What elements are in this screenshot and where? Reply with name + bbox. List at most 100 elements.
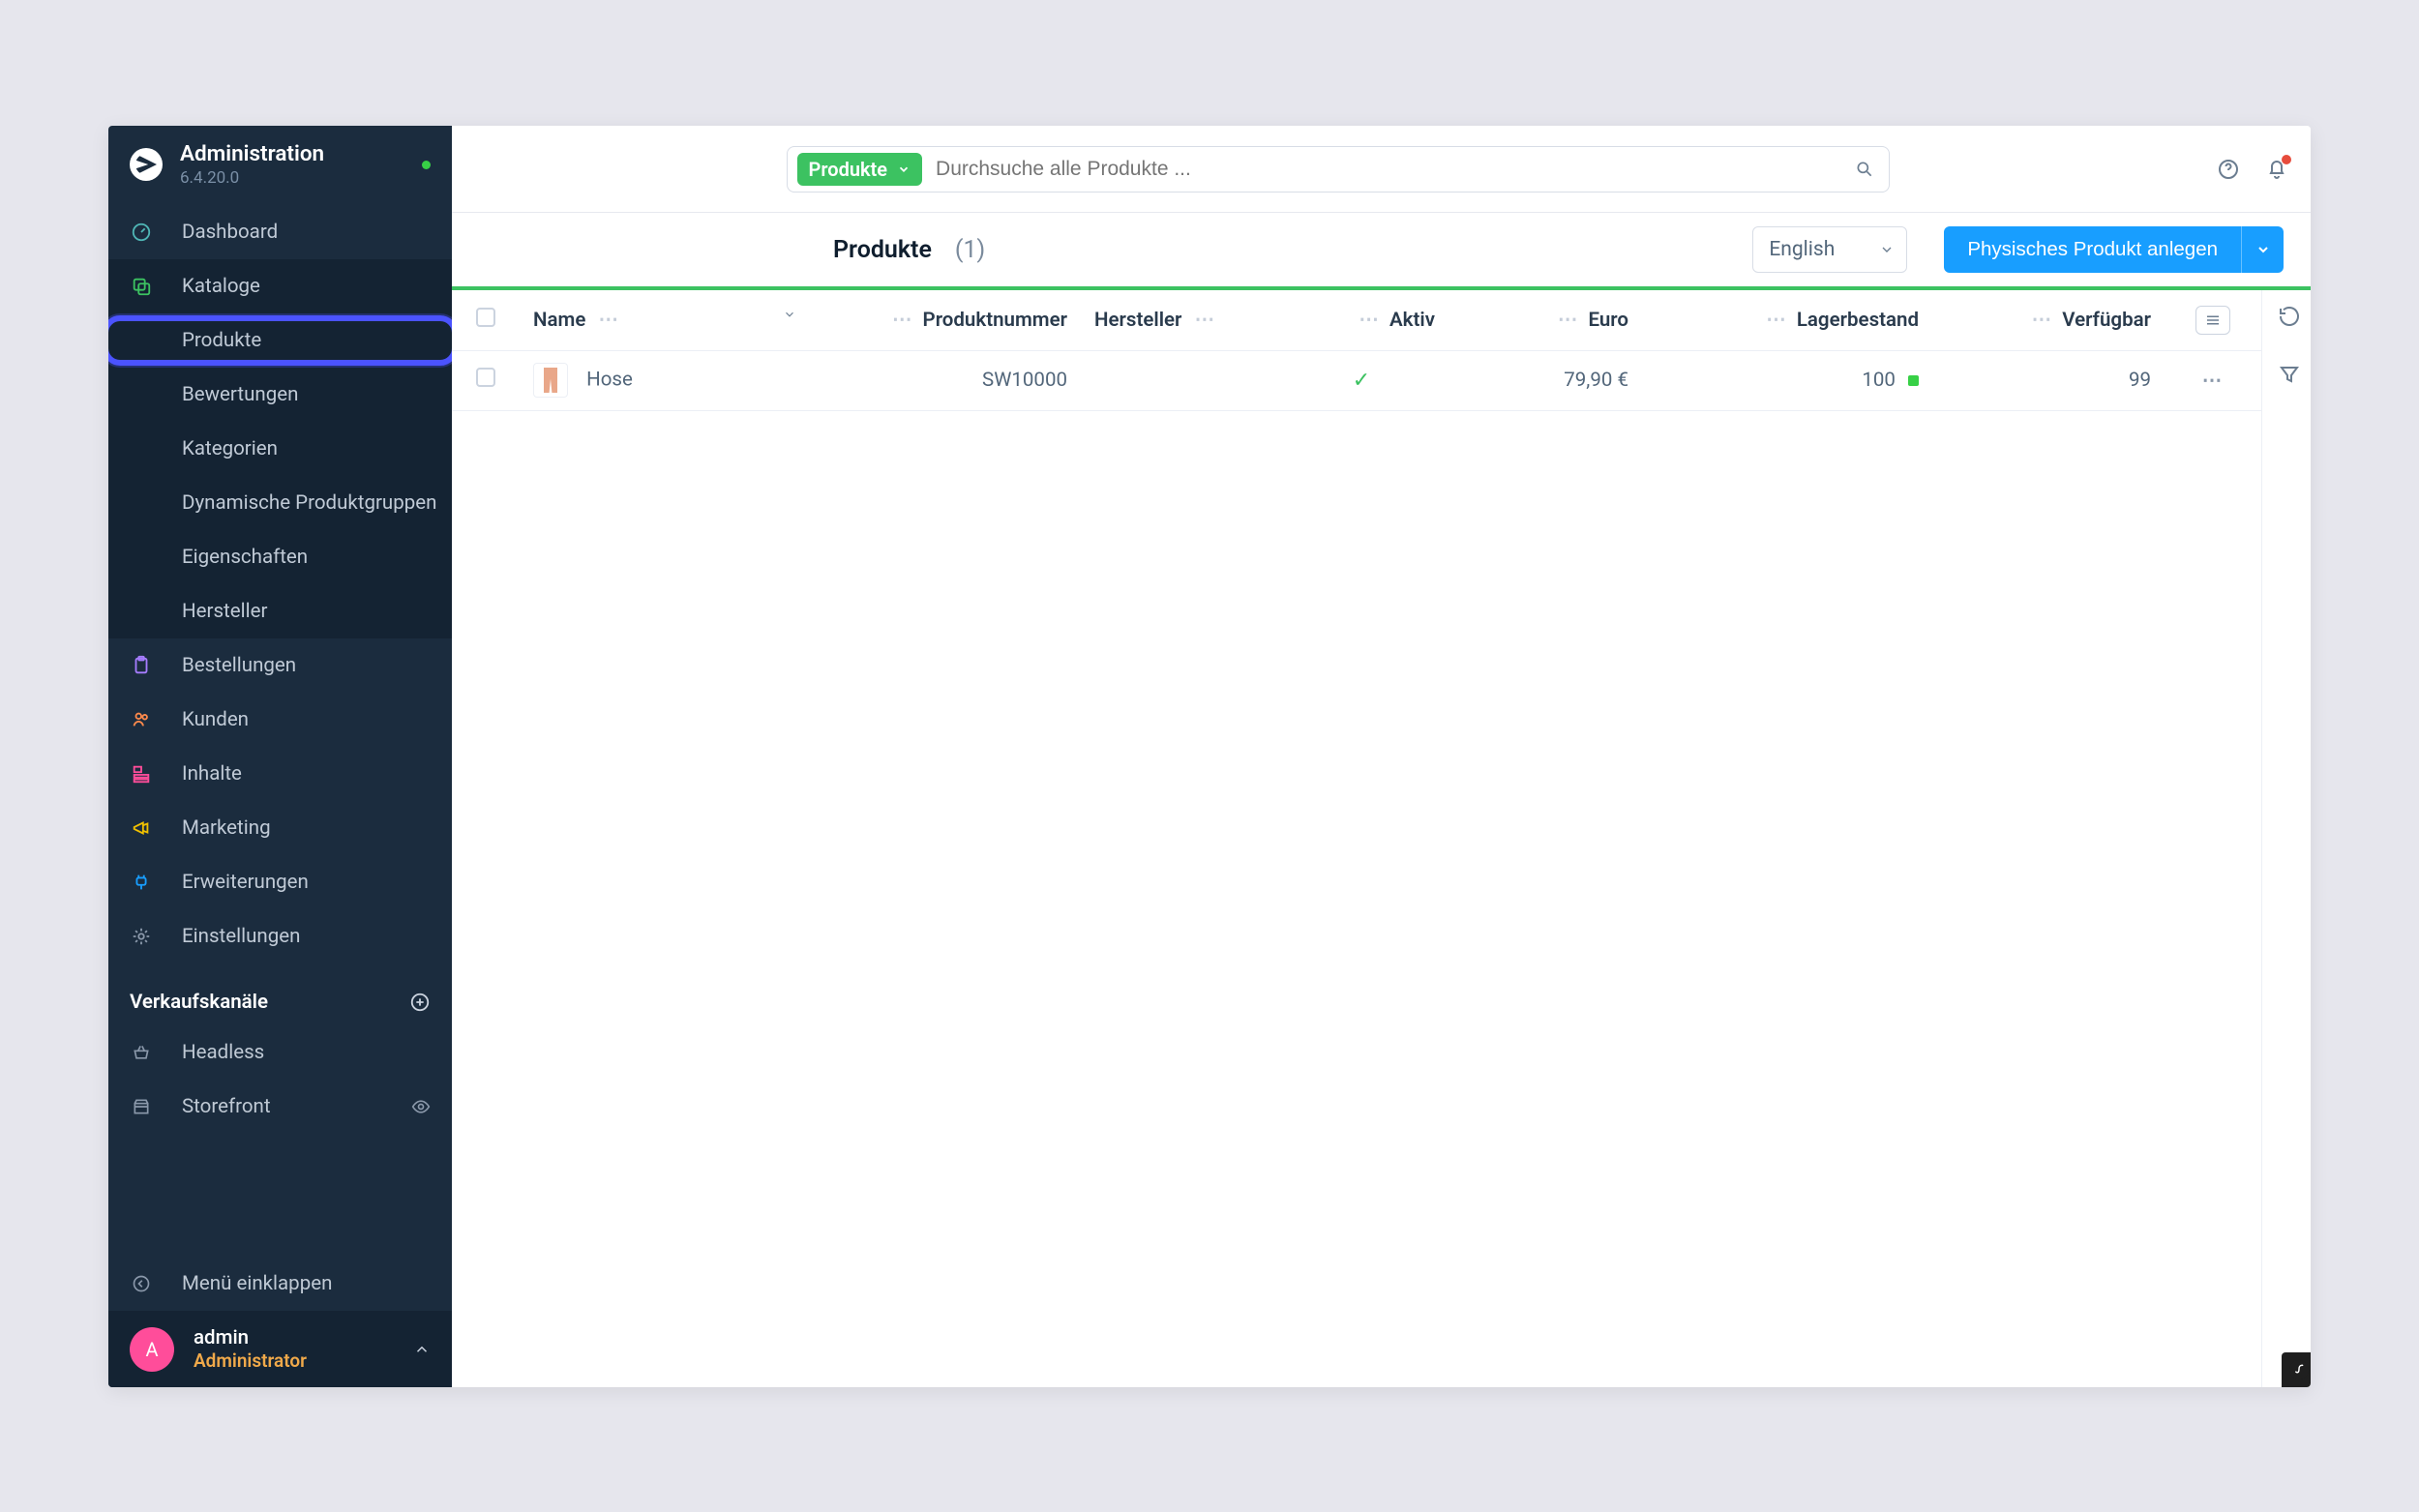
col-product-number[interactable]: ⋯ Produktnummer: [810, 290, 1081, 350]
brand-version: 6.4.20.0: [180, 168, 324, 188]
col-manufacturer[interactable]: Hersteller ⋯: [1081, 290, 1274, 350]
search-input[interactable]: [936, 147, 1836, 192]
col-stock[interactable]: ⋯ Lagerbestand: [1642, 290, 1932, 350]
product-name: Hose: [586, 368, 633, 391]
avatar: A: [130, 1327, 174, 1372]
catalogs-submenu: Produkte Bewertungen Kategorien Dynamisc…: [108, 313, 452, 638]
user-role: Administrator: [194, 1349, 307, 1372]
channel-headless[interactable]: Headless: [108, 1025, 452, 1080]
language-select[interactable]: English: [1752, 226, 1907, 273]
subnav-manufacturers[interactable]: Hersteller: [108, 584, 452, 638]
nav-label: Kunden: [182, 708, 249, 731]
notifications-button[interactable]: [2264, 157, 2289, 182]
create-product-dropdown[interactable]: [2241, 226, 2284, 273]
user-footer[interactable]: A admin Administrator: [108, 1311, 452, 1387]
notification-badge: [2282, 155, 2291, 164]
subnav-reviews[interactable]: Bewertungen: [108, 368, 452, 422]
create-product-button[interactable]: Physisches Produkt anlegen: [1944, 226, 2241, 273]
collapse-menu[interactable]: Menü einklappen: [108, 1257, 452, 1311]
language-value: English: [1769, 238, 1835, 261]
subnav-label: Dynamische Produktgruppen: [182, 491, 436, 515]
channels-heading-row: Verkaufskanäle: [108, 964, 452, 1025]
subnav-products[interactable]: Produkte: [108, 313, 452, 368]
cell-stock: 100: [1642, 350, 1932, 410]
col-label: Lagerbestand: [1797, 309, 1919, 332]
user-name: admin: [194, 1326, 307, 1349]
chevron-down-icon: [897, 163, 911, 176]
cell-available: 99: [1932, 350, 2165, 410]
search-type-pill[interactable]: Produkte: [797, 153, 923, 186]
eye-icon[interactable]: [411, 1097, 431, 1116]
refresh-button[interactable]: [2275, 302, 2304, 331]
col-available[interactable]: ⋯ Verfügbar: [1932, 290, 2165, 350]
subnav-properties[interactable]: Eigenschaften: [108, 530, 452, 584]
nav-customers[interactable]: Kunden: [108, 693, 452, 747]
check-icon: ✓: [1353, 369, 1370, 393]
select-all-header[interactable]: [452, 290, 520, 350]
filter-button[interactable]: [2275, 360, 2304, 389]
subnav-label: Kategorien: [182, 437, 278, 460]
gear-icon: [130, 925, 153, 948]
nav-label: Dashboard: [182, 221, 278, 244]
nav-label: Einstellungen: [182, 925, 300, 948]
col-label: Hersteller: [1094, 309, 1181, 332]
channels-heading: Verkaufskanäle: [130, 991, 268, 1014]
nav-label: Erweiterungen: [182, 871, 309, 894]
product-grid: Name ⋯ ⋯ Produktnummer: [452, 290, 2262, 1387]
stock-value: 100: [1862, 369, 1896, 392]
col-label: Euro: [1588, 309, 1628, 332]
status-indicator: [422, 161, 431, 169]
page-title: Produkte: [833, 236, 932, 264]
main: Produkte: [452, 126, 2311, 1387]
nav-dashboard[interactable]: Dashboard: [108, 205, 452, 259]
stock-status-indicator: [1908, 375, 1919, 386]
subnav-categories[interactable]: Kategorien: [108, 422, 452, 476]
channel-label: Storefront: [182, 1095, 271, 1118]
cell-actions[interactable]: ⋯: [2165, 350, 2261, 410]
col-settings[interactable]: [2165, 290, 2261, 350]
help-button[interactable]: [2216, 157, 2241, 182]
sidebar: Administration 6.4.20.0 Dashboard Katalo…: [108, 126, 452, 1387]
storefront-icon: [130, 1097, 153, 1116]
col-label: Produktnummer: [923, 309, 1067, 332]
row-select[interactable]: [452, 350, 520, 410]
table-row[interactable]: Hose SW10000 ✓ 79,90 € 100: [452, 350, 2261, 410]
column-settings-button[interactable]: [2195, 306, 2230, 335]
nav-label: Kataloge: [182, 275, 260, 298]
megaphone-icon: [130, 816, 153, 840]
cell-price: 79,90 €: [1448, 350, 1642, 410]
collapse-label: Menü einklappen: [182, 1272, 332, 1295]
page-count: (1): [955, 236, 985, 264]
channel-label: Headless: [182, 1041, 264, 1064]
col-name[interactable]: Name ⋯: [520, 290, 810, 350]
add-channel-button[interactable]: [409, 992, 431, 1013]
nav-settings[interactable]: Einstellungen: [108, 909, 452, 964]
cell-product-number: SW10000: [810, 350, 1081, 410]
chevron-up-icon: [413, 1341, 431, 1358]
nav-orders[interactable]: Bestellungen: [108, 638, 452, 693]
page-bar: Produkte (1) English Physisches Produkt …: [452, 213, 2311, 286]
product-thumbnail: [533, 363, 568, 398]
nav-label: Bestellungen: [182, 654, 296, 677]
symfony-badge[interactable]: [2282, 1352, 2311, 1387]
topbar: Produkte: [452, 126, 2311, 213]
global-search[interactable]: Produkte: [787, 146, 1890, 193]
nav-catalogs[interactable]: Kataloge: [108, 259, 452, 313]
channel-storefront[interactable]: Storefront: [108, 1080, 452, 1134]
cell-active: ✓: [1274, 350, 1448, 410]
gauge-icon: [130, 221, 153, 244]
grid-side-tools: [2262, 290, 2311, 1387]
search-icon[interactable]: [1850, 160, 1879, 179]
cell-name[interactable]: Hose: [520, 350, 810, 410]
cell-manufacturer: [1081, 350, 1274, 410]
brand-logo: [130, 148, 163, 181]
col-price[interactable]: ⋯ Euro: [1448, 290, 1642, 350]
search-type-label: Produkte: [809, 158, 888, 181]
nav-content[interactable]: Inhalte: [108, 747, 452, 801]
row-menu-icon[interactable]: ⋯: [2202, 370, 2225, 393]
subnav-dynamic-groups[interactable]: Dynamische Produktgruppen: [108, 476, 452, 530]
nav-marketing[interactable]: Marketing: [108, 801, 452, 855]
nav-extensions[interactable]: Erweiterungen: [108, 855, 452, 909]
col-label: Name: [533, 309, 585, 332]
col-active[interactable]: ⋯ Aktiv: [1274, 290, 1448, 350]
